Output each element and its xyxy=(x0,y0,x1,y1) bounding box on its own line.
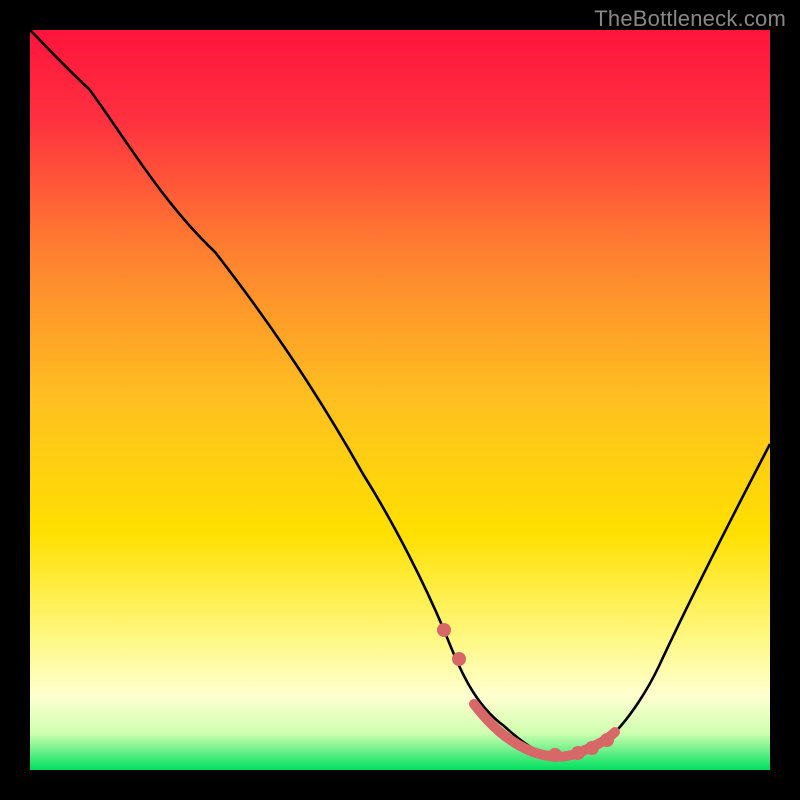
accent-dot xyxy=(585,741,599,755)
chart-container: TheBottleneck.com xyxy=(0,0,800,800)
chart-svg xyxy=(30,30,770,770)
plot-area xyxy=(30,30,770,770)
accent-dot xyxy=(437,623,451,637)
accent-dot xyxy=(452,652,466,666)
accent-dot xyxy=(548,748,562,762)
accent-dot xyxy=(571,746,585,760)
watermark-text: TheBottleneck.com xyxy=(594,6,786,32)
gradient-background xyxy=(30,30,770,770)
accent-dot xyxy=(600,733,614,747)
